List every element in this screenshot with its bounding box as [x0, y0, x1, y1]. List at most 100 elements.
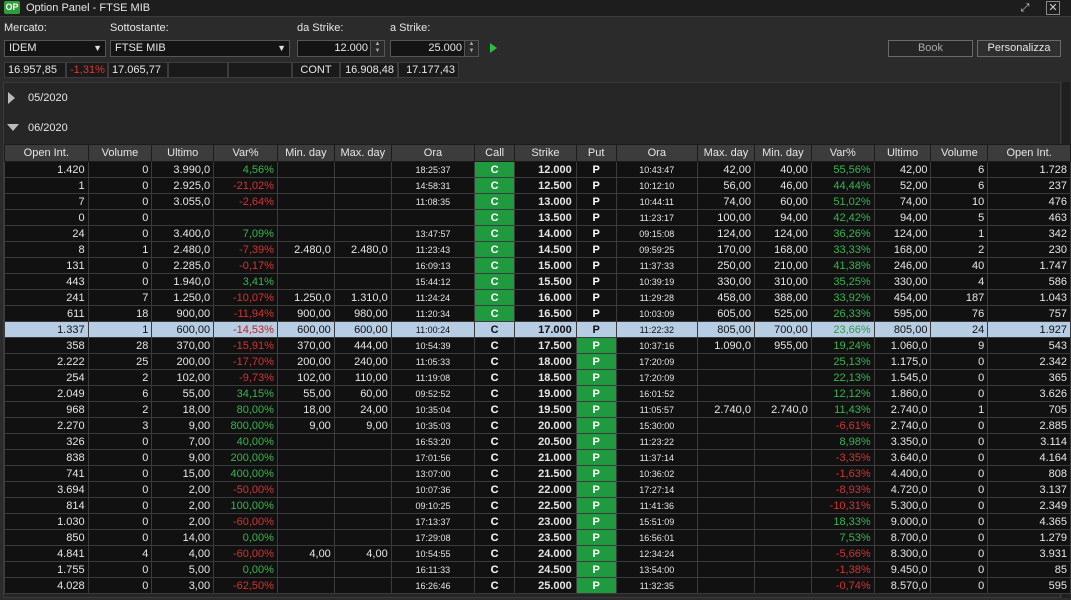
cell-p-vol[interactable]: 0 [930, 385, 989, 402]
cell-p-max[interactable] [697, 417, 755, 434]
cell-c-last[interactable]: 102,00 [151, 369, 215, 386]
table-row[interactable]: 7 0 3.055,0 -2,64% 11:08:35 C 13.000 P 10:44:11 7… [4, 193, 1071, 210]
cell-put[interactable]: P [575, 225, 617, 242]
close-icon[interactable]: ✕ [1046, 1, 1060, 15]
cell-c-vol[interactable]: 0 [87, 225, 153, 242]
cell-c-vol[interactable]: 1 [87, 321, 153, 338]
cell-p-last[interactable]: 124,00 [873, 225, 932, 242]
cell-p-oi[interactable]: 543 [987, 337, 1071, 354]
cell-c-max[interactable]: 240,00 [333, 353, 392, 370]
cell-c-last[interactable]: 3.400,0 [151, 225, 215, 242]
cell-p-last[interactable]: 1.175,0 [873, 353, 932, 370]
cell-c-min[interactable]: 1.250,0 [276, 289, 335, 306]
cell-p-vol[interactable]: 0 [930, 497, 989, 514]
cell-c-var[interactable]: 0,00% [213, 561, 278, 578]
up-arrow-icon[interactable]: ▲ [371, 41, 384, 48]
table-row[interactable]: 443 0 1.940,0 3,41% 15:44:12 C 15.500 P 10:39:19… [4, 273, 1071, 290]
cell-p-last[interactable]: 94,00 [873, 209, 932, 226]
cell-p-max[interactable] [697, 529, 755, 546]
cell-p-max[interactable]: 42,00 [697, 161, 755, 178]
cell-put[interactable]: P [575, 545, 617, 562]
table-row[interactable]: 4.841 4 4,00 -60,00% 4,00 4,00 10:54:55 C 24.000… [4, 545, 1071, 562]
cell-c-oi[interactable]: 1.420 [4, 161, 89, 178]
cell-c-min[interactable]: 55,00 [276, 385, 335, 402]
cell-strike[interactable]: 14.500 [514, 241, 577, 258]
cell-c-vol[interactable]: 0 [87, 257, 153, 274]
cell-c-oi[interactable]: 0 [4, 209, 89, 226]
cell-p-max[interactable]: 124,00 [697, 225, 755, 242]
column-header[interactable]: Min. day [276, 144, 335, 162]
cell-c-max[interactable]: 600,00 [333, 321, 392, 338]
cell-p-var[interactable]: 42,42% [810, 209, 875, 226]
cell-put[interactable]: P [575, 449, 617, 466]
column-header[interactable]: Max. day [697, 144, 755, 162]
cell-p-last[interactable]: 1.060,0 [873, 337, 932, 354]
cell-c-min[interactable]: 102,00 [276, 369, 335, 386]
column-header[interactable]: Strike [514, 144, 577, 162]
cell-p-vol[interactable]: 0 [930, 353, 989, 370]
cell-c-min[interactable] [276, 513, 335, 530]
cell-p-oi[interactable]: 4.164 [987, 449, 1071, 466]
cell-p-last[interactable]: 4.400,0 [873, 465, 932, 482]
cell-c-vol[interactable]: 0 [87, 497, 153, 514]
cell-p-min[interactable] [753, 545, 812, 562]
cell-c-var[interactable]: -10,07% [213, 289, 278, 306]
cell-p-time[interactable]: 15:30:00 [615, 417, 699, 434]
cell-c-time[interactable]: 10:07:36 [390, 481, 476, 498]
table-row[interactable]: 358 28 370,00 -15,91% 370,00 444,00 10:54:39 C 1… [4, 337, 1071, 354]
cell-call[interactable]: C [474, 289, 516, 306]
cell-p-min[interactable]: 40,00 [753, 161, 812, 178]
cell-strike[interactable]: 13.500 [514, 209, 577, 226]
expiry-05-2020[interactable]: 05/2020 [28, 92, 68, 104]
cell-strike[interactable]: 13.000 [514, 193, 577, 210]
cell-p-max[interactable] [697, 545, 755, 562]
a-strike-spinner[interactable]: 25.000 ▲ ▼ [390, 40, 479, 57]
table-row[interactable]: 1.755 0 5,00 0,00% 16:11:33 C 24.500 P 13:54:00-… [4, 561, 1071, 578]
cell-c-min[interactable] [276, 481, 335, 498]
cell-call[interactable]: C [474, 561, 516, 578]
cell-c-last[interactable]: 9,00 [151, 449, 215, 466]
cell-p-var[interactable]: -6,61% [810, 417, 875, 434]
cell-c-oi[interactable]: 24 [4, 225, 89, 242]
cell-p-oi[interactable]: 1.043 [987, 289, 1071, 306]
cell-strike[interactable]: 12.500 [514, 177, 577, 194]
cell-c-time[interactable]: 17:13:37 [390, 513, 476, 530]
cell-p-oi[interactable]: 757 [987, 305, 1071, 322]
cell-p-vol[interactable]: 0 [930, 369, 989, 386]
cell-c-var[interactable]: 200,00% [213, 449, 278, 466]
cell-p-time[interactable]: 10:44:11 [615, 193, 699, 210]
cell-c-var[interactable]: 3,41% [213, 273, 278, 290]
cell-p-oi[interactable]: 3.931 [987, 545, 1071, 562]
cell-c-time[interactable]: 09:52:52 [390, 385, 476, 402]
cell-c-var[interactable]: 34,15% [213, 385, 278, 402]
cell-p-vol[interactable]: 1 [930, 401, 989, 418]
cell-c-max[interactable]: 9,00 [333, 417, 392, 434]
cell-c-max[interactable] [333, 209, 392, 226]
cell-c-oi[interactable]: 2.049 [4, 385, 89, 402]
cell-p-time[interactable]: 17:20:09 [615, 353, 699, 370]
cell-p-var[interactable]: 55,56% [810, 161, 875, 178]
cell-p-oi[interactable]: 237 [987, 177, 1071, 194]
cell-p-var[interactable]: 7,53% [810, 529, 875, 546]
cell-p-last[interactable]: 595,00 [873, 305, 932, 322]
cell-c-max[interactable] [333, 449, 392, 466]
cell-strike[interactable]: 24.500 [514, 561, 577, 578]
cell-c-time[interactable]: 10:54:55 [390, 545, 476, 562]
cell-p-var[interactable]: -1,38% [810, 561, 875, 578]
cell-p-last[interactable]: 3.350,0 [873, 433, 932, 450]
cell-p-var[interactable]: 33,92% [810, 289, 875, 306]
cell-strike[interactable]: 24.000 [514, 545, 577, 562]
table-row[interactable]: 24 0 3.400,0 7,09% 13:47:57 C 14.000 P 09:15:08 1… [4, 225, 1071, 242]
table-row[interactable]: 254 2 102,00 -9,73% 102,00 110,00 11:19:08 C 18.… [4, 369, 1071, 386]
cell-strike[interactable]: 20.500 [514, 433, 577, 450]
column-header[interactable]: Var% [810, 144, 875, 162]
cell-p-time[interactable]: 11:29:28 [615, 289, 699, 306]
cell-c-time[interactable] [390, 209, 476, 226]
cell-c-time[interactable]: 16:53:20 [390, 433, 476, 450]
cell-p-var[interactable]: 22,13% [810, 369, 875, 386]
cell-p-var[interactable]: 19,24% [810, 337, 875, 354]
cell-c-min[interactable]: 370,00 [276, 337, 335, 354]
cell-p-vol[interactable]: 0 [930, 433, 989, 450]
cell-c-max[interactable] [333, 161, 392, 178]
cell-p-time[interactable]: 15:51:09 [615, 513, 699, 530]
